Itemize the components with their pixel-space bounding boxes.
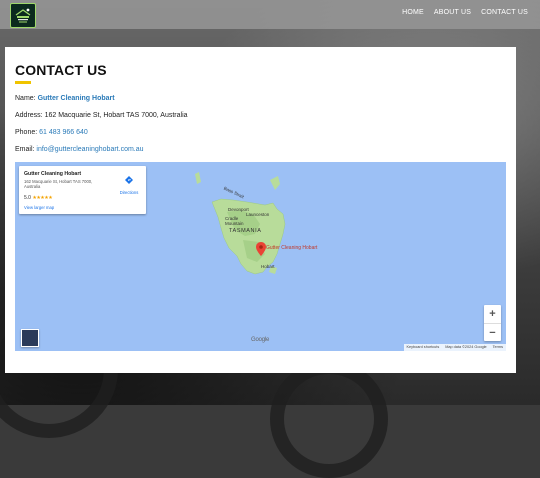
- map-card-rating: 5.0 ★★★★★: [24, 195, 53, 201]
- map-label-hobart: Hobart: [261, 264, 275, 269]
- phone-row: Phone: 61 483 966 640: [15, 129, 88, 136]
- main-nav: HOME ABOUT US CONTACT US: [402, 9, 528, 16]
- title-underline: [15, 81, 31, 84]
- email-row: Email: info@guttercleaninghobart.com.au: [15, 146, 144, 153]
- brand-logo[interactable]: [10, 3, 36, 28]
- page-title: CONTACT US: [15, 62, 107, 78]
- map-card-address: 162 Macquarie St, Hobart TAS 7000, Austr…: [24, 179, 93, 189]
- map-label-cradle: Cradle Mountain: [225, 216, 244, 226]
- address-row: Address: 162 Macquarie St, Hobart TAS 70…: [15, 112, 188, 119]
- name-row: Name: Gutter Cleaning Hobart: [15, 95, 115, 102]
- map-pin-label: Gutter Cleaning Hobart: [266, 245, 318, 251]
- view-larger-map-link[interactable]: View larger map: [24, 205, 54, 210]
- business-name-link[interactable]: Gutter Cleaning Hobart: [38, 95, 115, 102]
- phone-link[interactable]: 61 483 966 640: [39, 129, 88, 136]
- nav-about-link[interactable]: ABOUT US: [434, 9, 471, 16]
- map-layer-toggle[interactable]: [21, 329, 39, 347]
- address-value: 162 Macquarie St, Hobart TAS 7000, Austr…: [44, 112, 188, 119]
- zoom-in-button[interactable]: +: [484, 305, 501, 323]
- zoom-out-button[interactable]: −: [484, 324, 501, 342]
- email-label: Email:: [15, 146, 35, 153]
- top-navigation-bar: HOME ABOUT US CONTACT US: [0, 0, 540, 29]
- google-logo: Google: [251, 337, 270, 343]
- map-card-name: Gutter Cleaning Hobart: [24, 171, 82, 177]
- address-label: Address:: [15, 112, 43, 119]
- embedded-map[interactable]: Bass Strait Devonport Launceston Cradle …: [15, 162, 506, 351]
- nav-contact-link[interactable]: CONTACT US: [481, 9, 528, 16]
- directions-icon: [125, 176, 133, 184]
- map-label-launceston: Launceston: [246, 212, 270, 217]
- map-label-tasmania: TASMANIA: [229, 228, 262, 234]
- map-pin-icon[interactable]: [256, 242, 266, 256]
- name-label: Name:: [15, 95, 36, 102]
- rating-stars-icon: ★★★★★: [32, 195, 53, 201]
- terms-link[interactable]: Terms: [493, 344, 503, 351]
- map-zoom-control: + −: [484, 305, 501, 341]
- phone-label: Phone:: [15, 129, 38, 136]
- email-link[interactable]: info@guttercleaninghobart.com.au: [36, 146, 143, 153]
- contact-card: CONTACT US Name: Gutter Cleaning Hobart …: [5, 47, 516, 373]
- nav-home-link[interactable]: HOME: [402, 9, 424, 16]
- rating-value: 5.0: [24, 195, 31, 201]
- directions-button[interactable]: Directions: [116, 171, 142, 195]
- map-info-card: Gutter Cleaning Hobart 162 Macquarie St,…: [19, 166, 146, 214]
- directions-label: Directions: [119, 190, 139, 195]
- map-data-text: Map data ©2024 Google: [445, 345, 487, 349]
- map-attribution: Keyboard shortcuts Map data ©2024 Google…: [403, 344, 506, 351]
- keyboard-shortcuts-link[interactable]: Keyboard shortcuts: [407, 344, 440, 351]
- background-wheel: [270, 360, 388, 478]
